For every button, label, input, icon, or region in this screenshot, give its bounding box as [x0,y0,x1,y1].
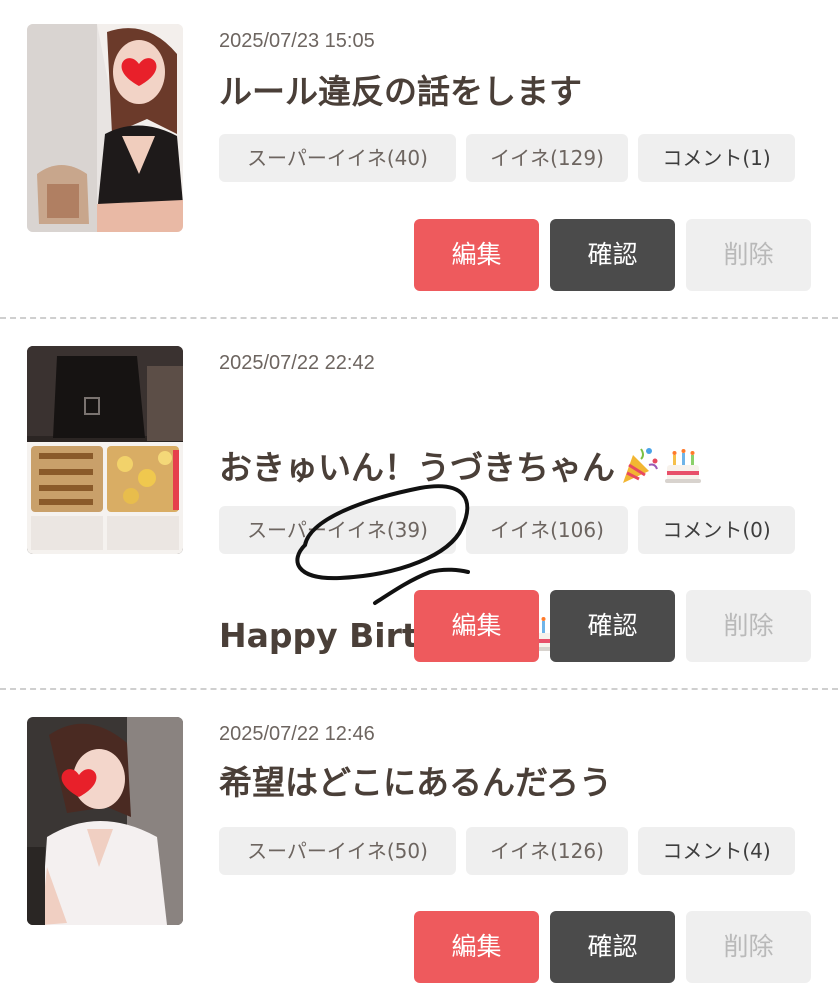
post-title[interactable]: ルール違反の話をします [219,64,809,120]
like-count-tag: イイネ(129) [466,134,628,182]
confirm-button[interactable]: 確認 [550,219,675,291]
post-actions: 編集 確認 削除 [414,590,811,662]
comment-count-tag[interactable]: コメント(0) [638,506,795,554]
edit-button[interactable]: 編集 [414,590,539,662]
reaction-tags: スーパーイイネ(39) イイネ(106) コメント(0) [219,506,795,554]
post-actions: 編集 確認 削除 [414,911,811,983]
post-thumbnail[interactable] [27,717,183,925]
post-thumbnail[interactable] [27,346,183,554]
post-thumbnail[interactable] [27,24,183,232]
post-title-line1: おきゅいん！うづきちゃん [219,448,615,487]
woman-photo-image [27,24,183,232]
delete-button[interactable]: 削除 [686,590,811,662]
super-like-count-tag: スーパーイイネ(39) [219,506,456,554]
birthday-cake-icon [663,445,703,485]
comment-count-tag[interactable]: コメント(1) [638,134,795,182]
post-date: 2025/07/22 22:42 [219,352,375,374]
edit-button[interactable]: 編集 [414,911,539,983]
post-title[interactable]: 希望はどこにあるんだろう [219,755,809,811]
party-popper-icon [619,445,659,485]
post-date: 2025/07/22 12:46 [219,723,375,745]
delete-button[interactable]: 削除 [686,911,811,983]
super-like-count-tag: スーパーイイネ(40) [219,134,456,182]
delete-button[interactable]: 削除 [686,219,811,291]
super-like-count-tag: スーパーイイネ(50) [219,827,456,875]
like-count-tag: イイネ(106) [466,506,628,554]
post-actions: 編集 確認 削除 [414,219,811,291]
confirm-button[interactable]: 確認 [550,911,675,983]
post-divider [0,317,838,319]
comment-count-tag[interactable]: コメント(4) [638,827,795,875]
post-divider [0,688,838,690]
confirm-button[interactable]: 確認 [550,590,675,662]
woman-photo-image [27,717,183,925]
post-date: 2025/07/23 15:05 [219,30,375,52]
like-count-tag: イイネ(126) [466,827,628,875]
food-photo-image [27,346,183,554]
reaction-tags: スーパーイイネ(40) イイネ(129) コメント(1) [219,134,795,182]
reaction-tags: スーパーイイネ(50) イイネ(126) コメント(4) [219,827,795,875]
edit-button[interactable]: 編集 [414,219,539,291]
